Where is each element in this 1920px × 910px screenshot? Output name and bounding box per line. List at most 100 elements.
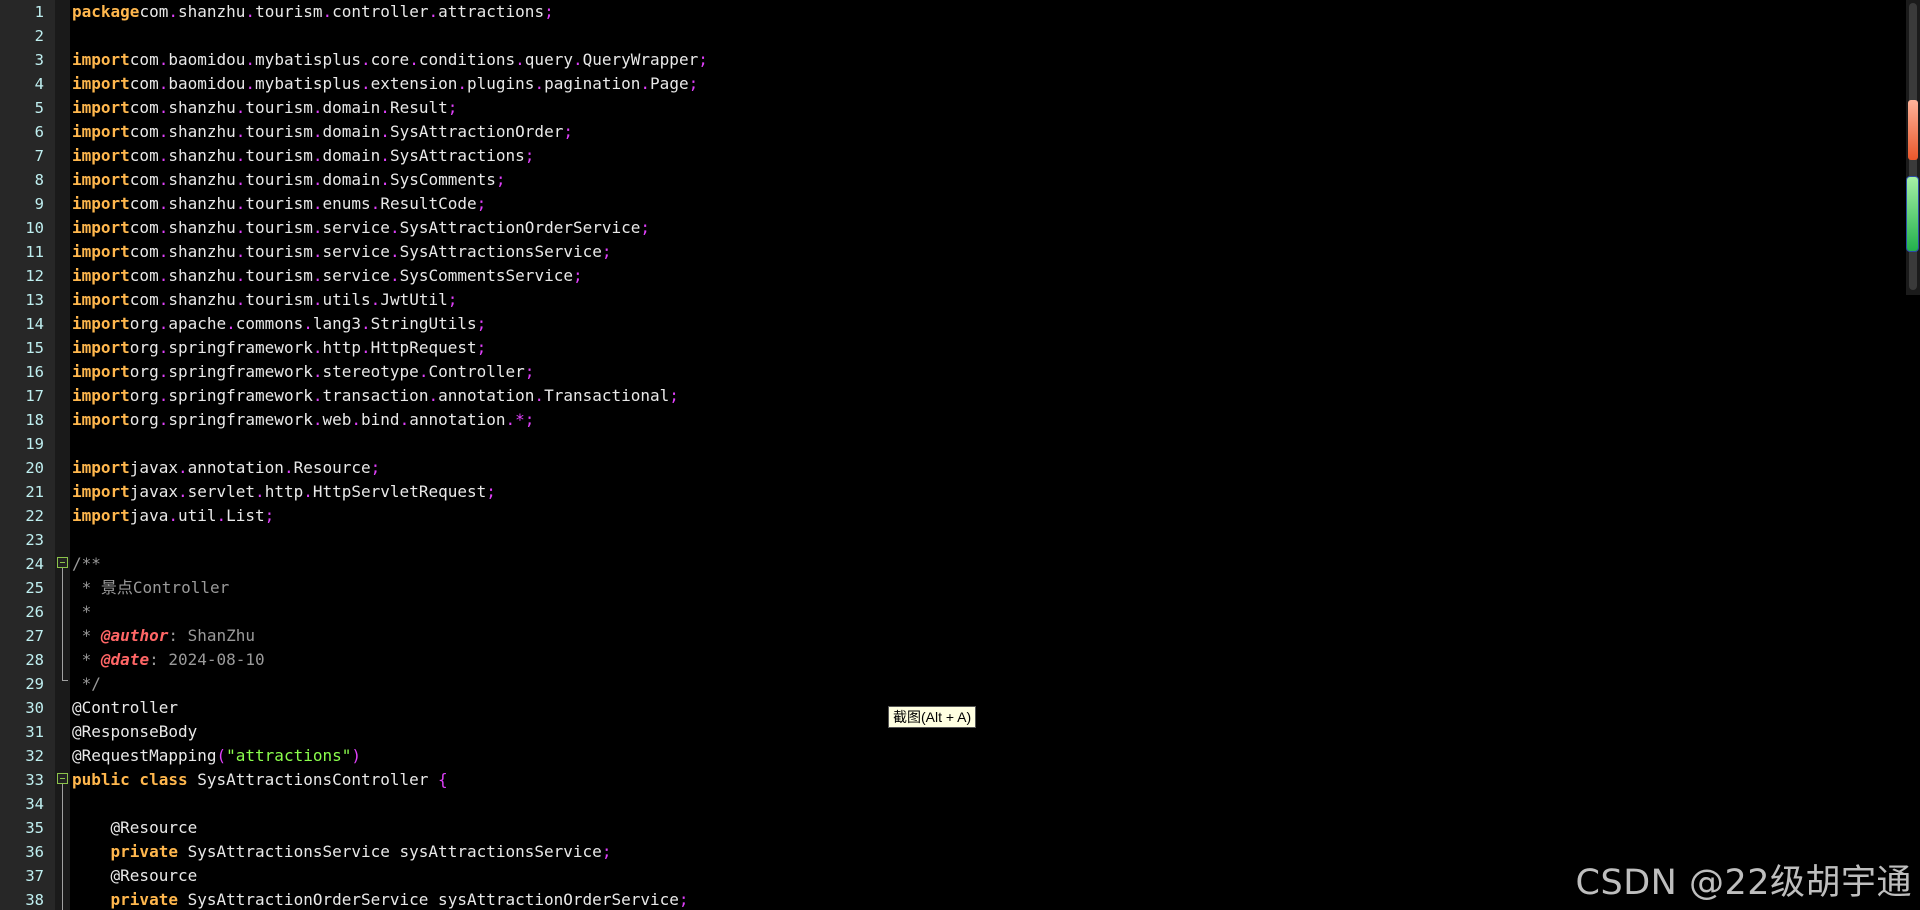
code-token: . [312, 194, 323, 213]
code-line[interactable]: 3 importcom.baomidou.mybatisplus.core.con… [0, 48, 1900, 72]
code-line[interactable]: 19 [0, 432, 1900, 456]
code-line[interactable]: 25 * 景点Controller [0, 576, 1900, 600]
code-line[interactable]: 9 importcom.shanzhu.tourism.enums.ResultC… [0, 192, 1900, 216]
code-token: SysAttractions [389, 146, 525, 165]
code-text[interactable]: * @author: ShanZhu [72, 624, 255, 648]
code-text[interactable]: * 景点Controller [72, 576, 230, 600]
code-line[interactable]: 12 importcom.shanzhu.tourism.service.SysC… [0, 264, 1900, 288]
code-text[interactable]: packagecom.shanzhu.tourism.controller.at… [72, 0, 554, 24]
code-line[interactable]: 2 [0, 24, 1900, 48]
code-text[interactable]: * [72, 600, 92, 624]
code-text[interactable]: importcom.shanzhu.tourism.service.SysAtt… [72, 216, 650, 240]
code-text[interactable]: @Resource [72, 816, 198, 840]
line-number: 7 [34, 147, 44, 165]
code-text[interactable]: importcom.shanzhu.tourism.enums.ResultCo… [72, 192, 486, 216]
code-text[interactable]: importorg.apache.commons.lang3.StringUti… [72, 312, 486, 336]
code-line[interactable]: 13 importcom.shanzhu.tourism.utils.JwtUti… [0, 288, 1900, 312]
code-text[interactable]: */ [72, 672, 101, 696]
code-line[interactable]: 10 importcom.shanzhu.tourism.service.SysA… [0, 216, 1900, 240]
code-line[interactable]: 24 /** [0, 552, 1900, 576]
code-line[interactable]: 16 importorg.springframework.stereotype.C… [0, 360, 1900, 384]
vertical-scrollbar[interactable] [1906, 0, 1920, 295]
scrollbar-position-marker[interactable] [1906, 176, 1919, 252]
code-token: Result [389, 98, 448, 117]
code-line[interactable]: 7 importcom.shanzhu.tourism.domain.SysAtt… [0, 144, 1900, 168]
code-text[interactable]: /** [72, 552, 101, 576]
code-text[interactable]: importjavax.annotation.Resource; [72, 456, 380, 480]
code-line[interactable]: 29 */ [0, 672, 1900, 696]
code-text[interactable]: @RequestMapping("attractions") [72, 744, 361, 768]
code-line[interactable]: 23 [0, 528, 1900, 552]
code-text[interactable]: importcom.shanzhu.tourism.domain.SysComm… [72, 168, 506, 192]
code-token: import [72, 410, 130, 429]
code-line[interactable]: 5 importcom.shanzhu.tourism.domain.Result… [0, 96, 1900, 120]
code-line[interactable]: 33 public class SysAttractionsController … [0, 768, 1900, 792]
code-line[interactable]: 18 importorg.springframework.web.bind.ann… [0, 408, 1900, 432]
code-text[interactable]: importcom.shanzhu.tourism.domain.SysAttr… [72, 144, 534, 168]
code-token: . [235, 98, 246, 117]
code-text[interactable]: * @date: 2024-08-10 [72, 648, 265, 672]
code-text[interactable]: importorg.springframework.web.bind.annot… [72, 408, 534, 432]
code-token: ; [678, 890, 689, 909]
code-token: controller [332, 2, 429, 21]
code-token: . [158, 410, 169, 429]
code-token: . [361, 74, 371, 93]
code-token: ; [476, 338, 487, 357]
code-token: ; [476, 194, 487, 213]
code-text[interactable]: private SysAttractionOrderService sysAtt… [72, 888, 689, 910]
code-line[interactable]: 28 * @date: 2024-08-10 [0, 648, 1900, 672]
code-text[interactable]: importcom.shanzhu.tourism.domain.Result; [72, 96, 457, 120]
code-line[interactable]: 26 * [0, 600, 1900, 624]
code-text[interactable]: importcom.shanzhu.tourism.utils.JwtUtil; [72, 288, 457, 312]
code-line[interactable]: 17 importorg.springframework.transaction.… [0, 384, 1900, 408]
code-text[interactable]: private SysAttractionsService sysAttract… [72, 840, 612, 864]
code-text[interactable]: importorg.springframework.stereotype.Con… [72, 360, 534, 384]
code-line[interactable]: 14 importorg.apache.commons.lang3.StringU… [0, 312, 1900, 336]
code-text[interactable]: @Resource [72, 864, 198, 888]
code-line[interactable]: 34 [0, 792, 1900, 816]
code-token: springframework [168, 362, 313, 381]
code-line[interactable]: 8 importcom.shanzhu.tourism.domain.SysCom… [0, 168, 1900, 192]
code-text[interactable]: importorg.springframework.transaction.an… [72, 384, 679, 408]
code-line[interactable]: 22 importjava.util.List; [0, 504, 1900, 528]
code-token: import [72, 50, 130, 69]
code-line[interactable]: 4 importcom.baomidou.mybatisplus.extensio… [0, 72, 1900, 96]
fold-minus-icon[interactable] [57, 773, 68, 784]
code-line[interactable]: 27 * @author: ShanZhu [0, 624, 1900, 648]
code-text[interactable]: importcom.shanzhu.tourism.service.SysCom… [72, 264, 583, 288]
code-line[interactable]: 1 packagecom.shanzhu.tourism.controller.a… [0, 0, 1900, 24]
code-text[interactable]: importjava.util.List; [72, 504, 274, 528]
code-line[interactable]: 21 importjavax.servlet.http.HttpServletRe… [0, 480, 1900, 504]
code-text[interactable]: public class SysAttractionsController { [72, 768, 448, 792]
code-token: . [312, 98, 323, 117]
code-token: . [428, 2, 439, 21]
code-editor[interactable]: 1 packagecom.shanzhu.tourism.controller.a… [0, 0, 1920, 910]
code-token: . [235, 290, 246, 309]
code-token: tourism [245, 122, 313, 141]
code-line[interactable]: 6 importcom.shanzhu.tourism.domain.SysAtt… [0, 120, 1900, 144]
code-line[interactable]: 35 @Resource [0, 816, 1900, 840]
code-line[interactable]: 20 importjavax.annotation.Resource; [0, 456, 1900, 480]
code-token: import [72, 194, 130, 213]
code-token: domain [322, 122, 381, 141]
code-text[interactable]: importcom.shanzhu.tourism.domain.SysAttr… [72, 120, 573, 144]
code-token: . [235, 146, 246, 165]
code-token: import [72, 338, 130, 357]
code-text[interactable]: importjavax.servlet.http.HttpServletRequ… [72, 480, 496, 504]
code-line[interactable]: 15 importorg.springframework.http.HttpReq… [0, 336, 1900, 360]
scrollbar-error-marker[interactable] [1908, 100, 1918, 160]
code-line[interactable]: 11 importcom.shanzhu.tourism.service.SysA… [0, 240, 1900, 264]
code-text[interactable]: importorg.springframework.http.HttpReque… [72, 336, 486, 360]
watermark: CSDN @22级胡宇通 [1575, 863, 1912, 903]
fold-minus-icon[interactable] [57, 557, 68, 568]
code-line[interactable]: 32 @RequestMapping("attractions") [0, 744, 1900, 768]
code-token: tourism [245, 170, 313, 189]
line-number: 30 [25, 699, 44, 717]
code-text[interactable]: importcom.baomidou.mybatisplus.extension… [72, 72, 698, 96]
code-token: * [72, 602, 92, 621]
code-token: baomidou [168, 50, 246, 69]
code-text[interactable]: @Controller [72, 696, 178, 720]
code-text[interactable]: importcom.shanzhu.tourism.service.SysAtt… [72, 240, 612, 264]
code-text[interactable]: @ResponseBody [72, 720, 197, 744]
code-text[interactable]: importcom.baomidou.mybatisplus.core.cond… [72, 48, 708, 72]
